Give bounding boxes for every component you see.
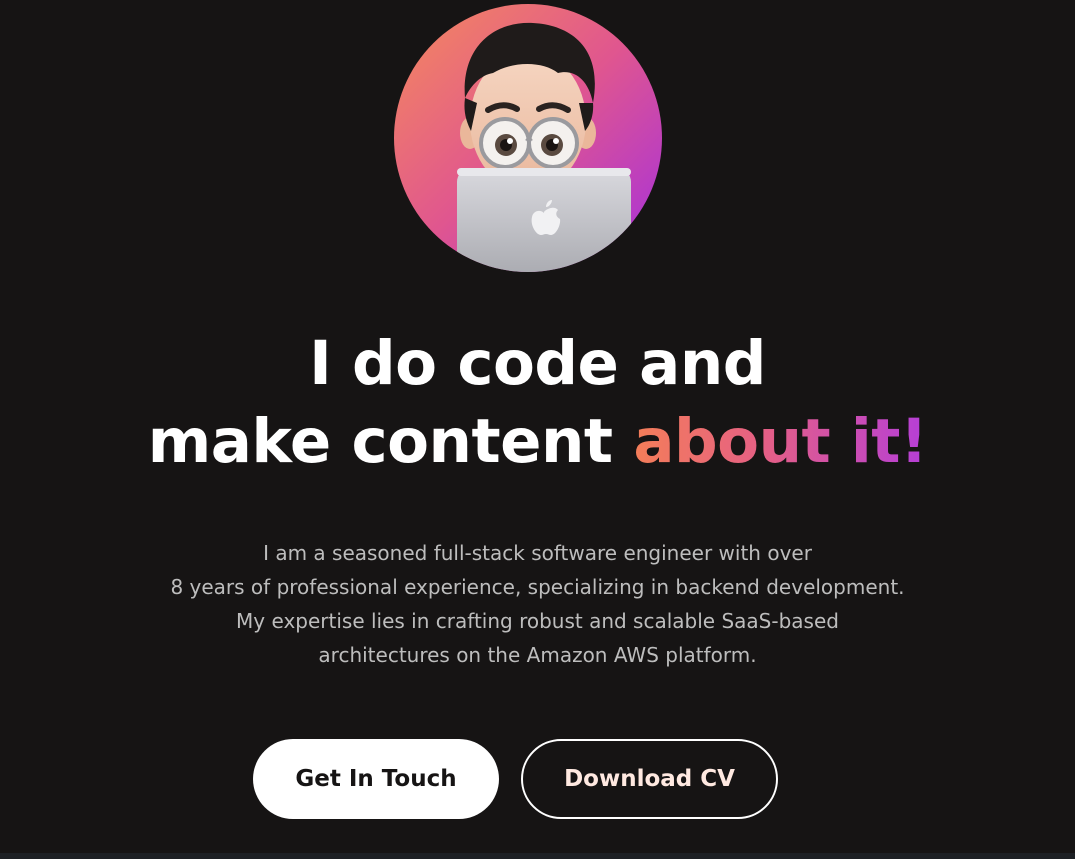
section-divider bbox=[0, 853, 1075, 859]
bio-line: architectures on the Amazon AWS platform… bbox=[318, 643, 757, 667]
get-in-touch-button[interactable]: Get In Touch bbox=[253, 739, 499, 819]
headline-line-2-plain: make content bbox=[147, 406, 613, 477]
hero-section: I do code and make content about it! I a… bbox=[0, 0, 1075, 853]
headline-line-1: I do code and bbox=[309, 328, 766, 399]
bio-paragraph: I am a seasoned full-stack software engi… bbox=[0, 536, 1075, 672]
headline-highlight: about it! bbox=[633, 406, 928, 477]
hero-headline: I do code and make content about it! bbox=[0, 325, 1075, 481]
bio-line: 8 years of professional experience, spec… bbox=[170, 575, 905, 599]
bio-line: My expertise lies in crafting robust and… bbox=[236, 609, 839, 633]
bio-line: I am a seasoned full-stack software engi… bbox=[263, 541, 812, 565]
download-cv-button[interactable]: Download CV bbox=[521, 739, 778, 819]
avatar bbox=[394, 4, 662, 272]
headline-line-2: make content about it! bbox=[0, 403, 1075, 481]
